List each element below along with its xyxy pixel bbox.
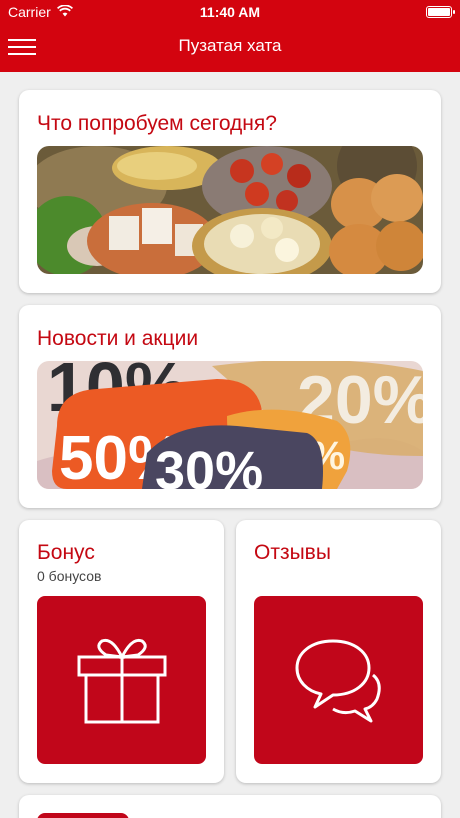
food-banner-image bbox=[37, 146, 423, 274]
chat-bubbles-icon bbox=[295, 639, 381, 723]
bonus-tile[interactable] bbox=[37, 596, 206, 764]
reviews-card[interactable]: Отзывы bbox=[236, 520, 441, 783]
tag-30-percent: 30% bbox=[155, 441, 263, 489]
bonus-balance: 0 бонусов bbox=[37, 568, 102, 584]
reviews-tile[interactable] bbox=[254, 596, 423, 764]
status-time: 11:40 AM bbox=[199, 4, 261, 20]
next-card-tile bbox=[37, 813, 129, 818]
news-card-title: Новости и акции bbox=[37, 327, 199, 350]
news-card[interactable]: Новости и акции 10% 20% 50% 30% 30% bbox=[19, 305, 441, 508]
gift-icon bbox=[77, 638, 166, 724]
menu-card[interactable]: Что попробуем сегодня? bbox=[19, 90, 441, 293]
menu-card-title: Что попробуем сегодня? bbox=[37, 112, 277, 135]
page-title: Пузатая хата bbox=[178, 36, 282, 55]
next-card[interactable] bbox=[19, 795, 441, 818]
battery-icon bbox=[426, 6, 455, 18]
bonus-card[interactable]: Бонус 0 бонусов bbox=[19, 520, 224, 783]
bonus-card-title: Бонус bbox=[37, 541, 95, 564]
reviews-card-title: Отзывы bbox=[254, 541, 331, 564]
discount-banner-image: 10% 20% 50% 30% 30% bbox=[37, 361, 423, 489]
status-bar: Carrier 11:40 AM bbox=[0, 0, 460, 24]
app-header: Carrier 11:40 AM Пузатая хата bbox=[0, 0, 460, 72]
